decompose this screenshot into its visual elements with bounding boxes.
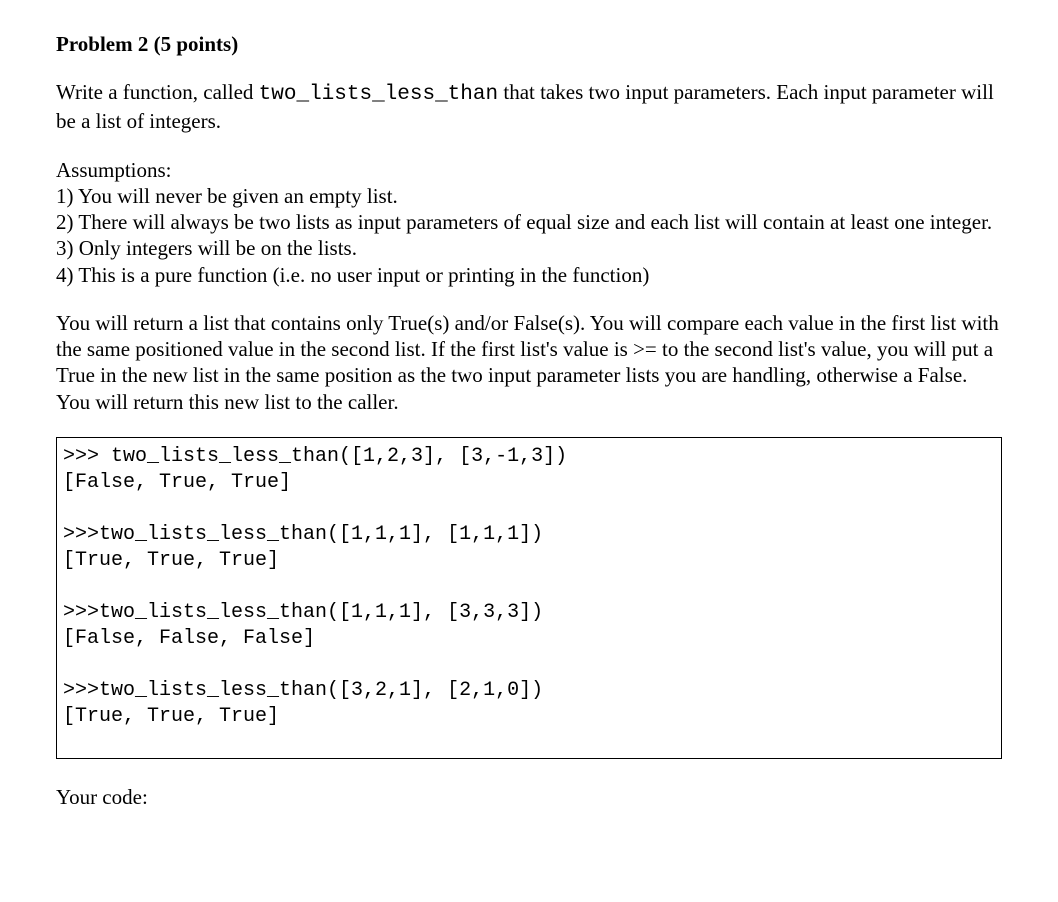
assumption-item: 3) Only integers will be on the lists. [56,235,1002,261]
problem-title: Problem 2 (5 points) [56,32,1002,57]
assumption-item: 1) You will never be given an empty list… [56,183,1002,209]
assumption-item: 4) This is a pure function (i.e. no user… [56,262,1002,288]
your-code-label: Your code: [56,785,1002,810]
assumptions-heading: Assumptions: [56,157,1002,183]
intro-paragraph: Write a function, called two_lists_less_… [56,79,1002,135]
assumption-item: 2) There will always be two lists as inp… [56,209,1002,235]
behavior-paragraph: You will return a list that contains onl… [56,310,1002,415]
intro-prefix: Write a function, called [56,80,259,104]
example-code-block: >>> two_lists_less_than([1,2,3], [3,-1,3… [56,437,1002,759]
function-name-code: two_lists_less_than [259,83,498,106]
assumptions-list: 1) You will never be given an empty list… [56,183,1002,288]
problem-document: Problem 2 (5 points) Write a function, c… [0,0,1058,850]
